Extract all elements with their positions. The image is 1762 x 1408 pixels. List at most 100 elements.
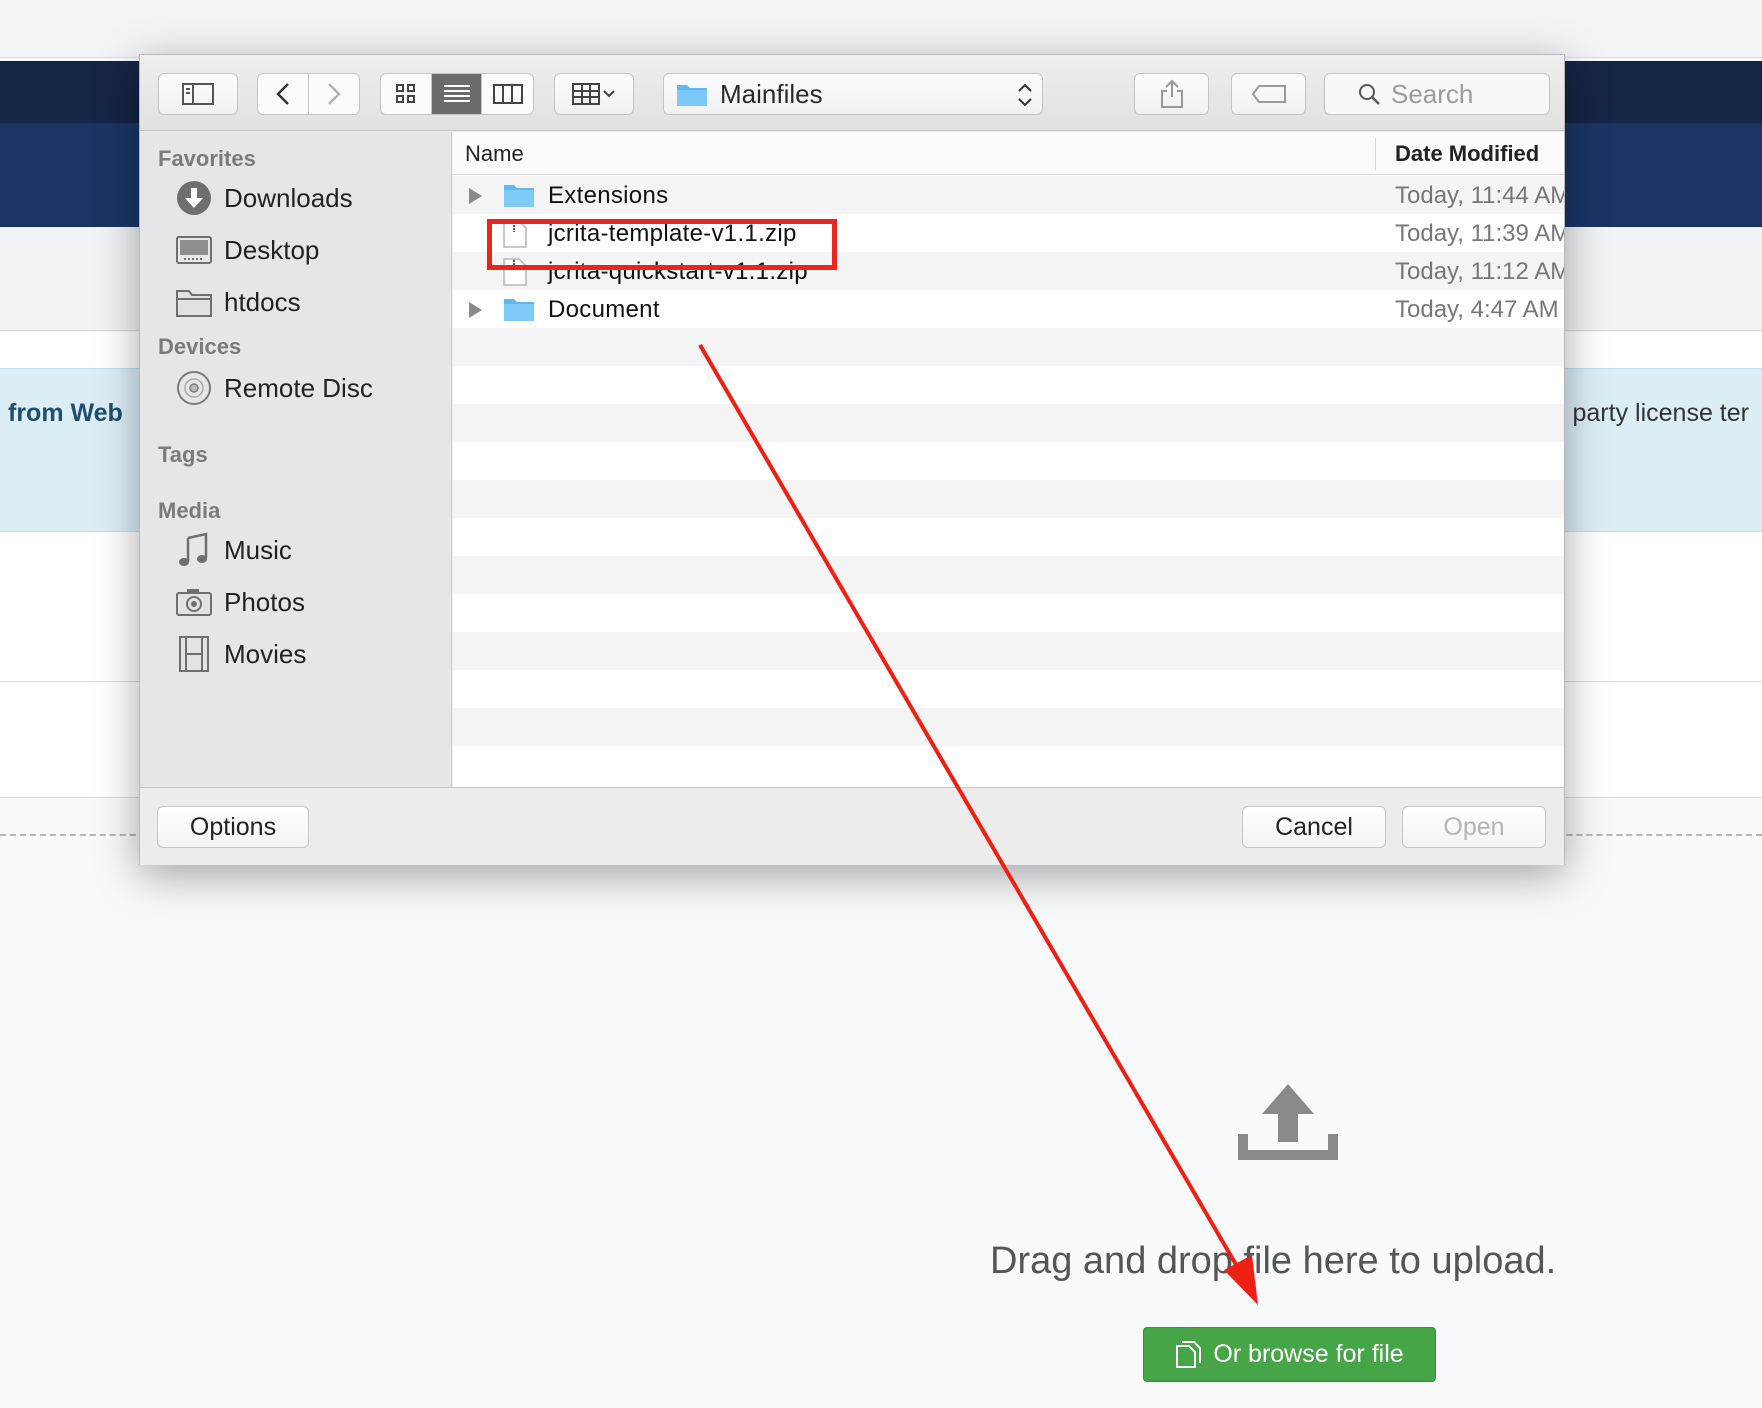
search-field[interactable]: Search [1324,73,1550,115]
file-date: Today, 11:39 AM [1395,220,1564,247]
sidebar-item-htdocs[interactable]: htdocs [176,280,436,324]
tag-icon [1251,85,1286,103]
sidebar-item-movies[interactable]: Movies [176,632,436,676]
browse-button-label: Or browse for file [1213,1340,1404,1368]
empty-row [453,594,1564,632]
location-popup[interactable]: Mainfiles [663,73,1043,115]
arrange-icon [572,83,615,105]
empty-row [453,670,1564,708]
disc-icon [177,371,211,405]
open-file-dialog: Mainfiles Search Favorites Downloads Des… [139,54,1565,865]
search-icon [1359,84,1380,105]
table-row[interactable]: Document Today, 4:47 AM [453,290,1564,328]
camera-icon [176,589,212,616]
forward-button[interactable] [309,74,360,114]
sidebar-item-downloads[interactable]: Downloads [176,176,436,220]
music-icon [179,532,208,566]
share-button[interactable] [1134,73,1209,115]
zip-file-icon [503,220,527,248]
column-header-date[interactable]: Date Modified [1395,141,1539,167]
chevron-right-icon [327,83,341,105]
search-placeholder: Search [1391,78,1474,109]
empty-row [453,632,1564,670]
folder-icon [176,290,212,317]
disclosure-triangle-icon[interactable] [467,301,483,319]
sidebar-item-label: Remote Disc [224,372,373,403]
empty-row [453,442,1564,480]
tag-button[interactable] [1231,73,1306,115]
downloads-icon [177,181,211,215]
list-view-button[interactable] [431,74,483,114]
favorites-heading: Favorites [158,146,256,171]
tags-heading: Tags [158,442,208,467]
file-name: Extensions [548,182,669,209]
table-row[interactable]: Extensions Today, 11:44 AM [453,176,1564,214]
sidebar-icon [182,83,214,105]
empty-row [453,708,1564,746]
sidebar-item-label: Downloads [224,182,353,213]
table-row[interactable]: jcrita-template-v1.1.zip Today, 11:39 AM [453,214,1564,252]
dialog-button-bar: Options Cancel Open [140,787,1564,865]
devices-heading: Devices [158,334,242,359]
file-date: Today, 11:12 AM [1395,258,1564,285]
chevron-left-icon [275,83,289,105]
open-button[interactable]: Open [1402,806,1546,848]
drop-instructions: Drag and drop file here to upload. [990,1240,1557,1282]
sidebar-item-remote-disc[interactable]: Remote Disc [176,366,436,410]
folder-icon [504,299,534,321]
dialog-toolbar: Mainfiles Search [140,55,1564,131]
back-button[interactable] [258,74,309,114]
file-rows: Extensions Today, 11:44 AM jcrita-templa… [453,176,1564,784]
upload-drop-zone[interactable] [0,836,1762,1408]
media-heading: Media [158,498,221,523]
view-mode-selector [380,73,534,115]
empty-row [453,518,1564,556]
zip-file-icon [503,258,527,286]
toggle-sidebar-button[interactable] [158,73,238,115]
share-icon [1160,79,1183,108]
disclosure-triangle-icon[interactable] [467,187,483,205]
icon-view-button[interactable] [381,74,432,114]
sidebar-item-label: Music [224,534,292,565]
column-view-button[interactable] [482,74,533,114]
sidebar-item-label: Movies [224,638,307,669]
file-list: Name Date Modified Extensions Today, 11:… [453,132,1564,787]
desktop-icon [176,236,212,264]
file-copy-icon [1176,1340,1202,1368]
column-divider [1375,138,1376,170]
file-date: Today, 4:47 AM [1395,296,1559,323]
file-name: jcrita-quickstart-v1.1.zip [548,258,808,285]
empty-row [453,556,1564,594]
updown-chevron-icon [1018,83,1032,107]
browse-for-file-button[interactable]: Or browse for file [1143,1327,1436,1382]
empty-row [453,746,1564,784]
arrange-menu-button[interactable] [554,73,634,115]
sidebar-item-desktop[interactable]: Desktop [176,228,436,272]
sidebar-item-label: htdocs [224,286,301,317]
dialog-sidebar: Favorites Downloads Desktop htdocs Devic… [140,132,452,787]
sidebar-item-music[interactable]: Music [176,528,436,572]
upload-icon [1238,1084,1338,1160]
table-row[interactable]: jcrita-quickstart-v1.1.zip Today, 11:12 … [453,252,1564,290]
folder-icon [677,85,707,106]
alert-left-text: from Web [8,399,123,427]
cancel-button[interactable]: Cancel [1242,806,1386,848]
alert-right-text: l party license ter [1560,399,1749,427]
empty-row [453,404,1564,442]
sidebar-item-photos[interactable]: Photos [176,580,436,624]
empty-row [453,328,1564,366]
file-date: Today, 11:44 AM [1395,182,1564,209]
location-label: Mainfiles [720,78,823,109]
columns-icon [492,84,523,104]
column-header-name[interactable]: Name [465,141,524,167]
browser-top-strip [0,0,1762,58]
sidebar-item-label: Desktop [224,234,320,265]
file-name: jcrita-template-v1.1.zip [548,220,797,247]
file-name: Document [548,296,660,323]
empty-row [453,480,1564,518]
options-button[interactable]: Options [157,806,309,848]
grid-icon [395,84,415,103]
empty-row [453,366,1564,404]
list-icon [443,85,470,102]
file-list-header: Name Date Modified [453,132,1564,175]
